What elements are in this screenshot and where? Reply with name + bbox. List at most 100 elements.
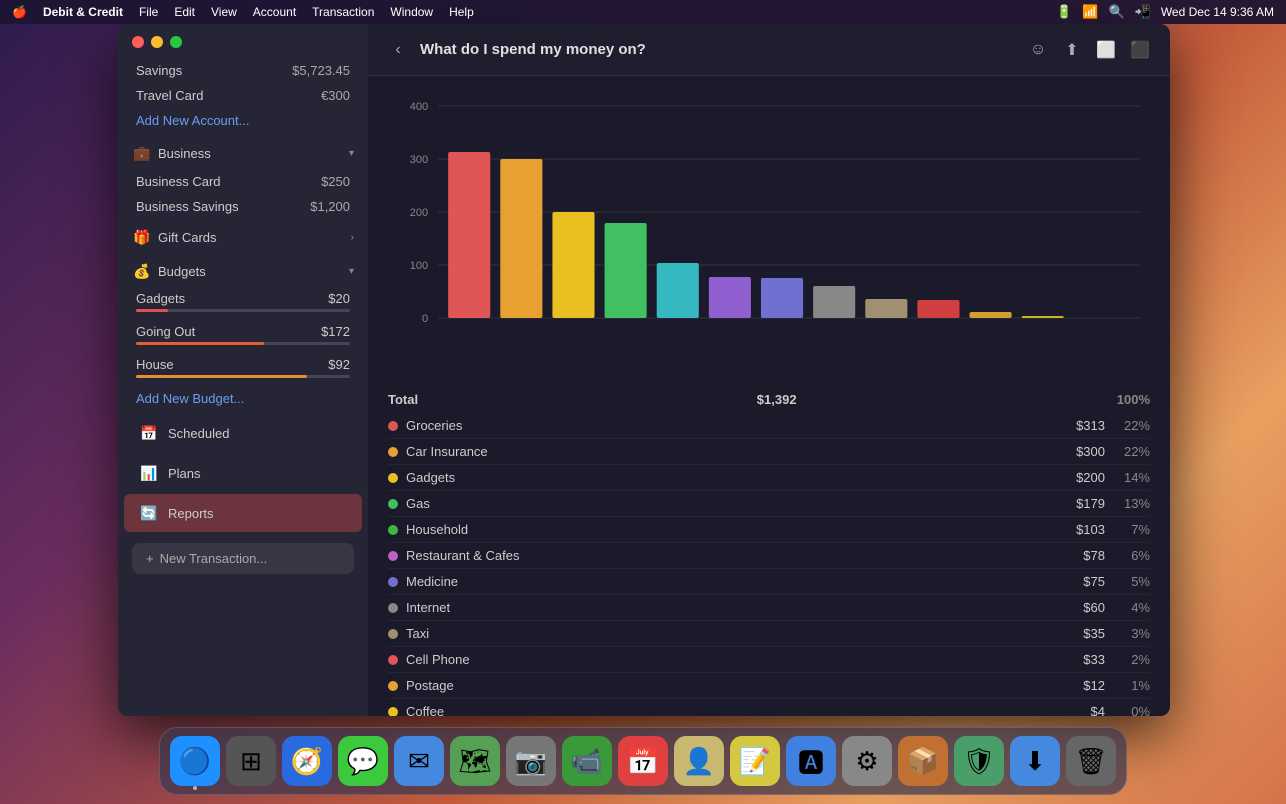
dock-icon-appstore[interactable]: 🅰 bbox=[786, 736, 836, 786]
new-transaction-button[interactable]: + New Transaction... bbox=[132, 543, 354, 574]
going-out-value: $172 bbox=[321, 324, 350, 339]
legend-dot bbox=[388, 707, 398, 717]
menu-edit[interactable]: Edit bbox=[174, 5, 195, 19]
dock-icon-facetime[interactable]: 📹 bbox=[562, 736, 612, 786]
legend-label-group: Gas bbox=[388, 496, 1035, 511]
dock-icon-mail[interactable]: ✉ bbox=[394, 736, 444, 786]
main-content: ‹ What do I spend my money on? ☺ ⬆ ⬜ ⬛ bbox=[368, 24, 1170, 716]
toolbar-right: ☺ ⬆ ⬜ ⬛ bbox=[1024, 36, 1154, 64]
legend-dot bbox=[388, 551, 398, 561]
menu-help[interactable]: Help bbox=[449, 5, 474, 19]
legend-name: Postage bbox=[406, 678, 454, 693]
legend-row: Postage $12 1% bbox=[388, 673, 1150, 699]
add-account-link[interactable]: Add New Account... bbox=[118, 108, 368, 133]
page-title: What do I spend my money on? bbox=[420, 41, 646, 58]
business-savings-account[interactable]: Business Savings $1,200 bbox=[118, 194, 368, 219]
menu-view[interactable]: View bbox=[211, 5, 237, 19]
bar-chart: 400 300 200 100 0 bbox=[388, 86, 1150, 366]
legend-amount: $60 bbox=[1035, 600, 1105, 615]
add-budget-link[interactable]: Add New Budget... bbox=[118, 386, 368, 411]
savings-account[interactable]: Savings $5,723.45 bbox=[118, 58, 368, 83]
sidebar-item-reports[interactable]: 🔄 Reports bbox=[124, 494, 362, 532]
business-card-account[interactable]: Business Card $250 bbox=[118, 169, 368, 194]
reports-icon: 🔄 bbox=[138, 502, 160, 524]
dock-icon-adguard[interactable]: 🛡 bbox=[954, 736, 1004, 786]
legend-row: Gadgets $200 14% bbox=[388, 465, 1150, 491]
legend-amount: $300 bbox=[1035, 444, 1105, 459]
legend-dot bbox=[388, 447, 398, 457]
dock-icon-notes[interactable]: 📝 bbox=[730, 736, 780, 786]
legend-dot bbox=[388, 655, 398, 665]
gadgets-value: $20 bbox=[328, 291, 350, 306]
total-amount: $1,392 bbox=[727, 392, 797, 407]
legend-amount: $35 bbox=[1035, 626, 1105, 641]
minimize-button[interactable] bbox=[151, 36, 163, 48]
scheduled-icon: 📅 bbox=[138, 422, 160, 444]
menu-window[interactable]: Window bbox=[390, 5, 433, 19]
legend-row: Gas $179 13% bbox=[388, 491, 1150, 517]
dock-icon-trash[interactable]: 🗑 bbox=[1066, 736, 1116, 786]
share-button[interactable]: ⬆ bbox=[1058, 36, 1086, 64]
gadgets-budget[interactable]: Gadgets $20 bbox=[118, 287, 368, 320]
legend-name: Restaurant & Cafes bbox=[406, 548, 519, 563]
close-button[interactable] bbox=[132, 36, 144, 48]
dock-background: 🔵⊞🧭💬✉🗺📷📹📅👤📝🅰⚙📦🛡⬇🗑 bbox=[159, 727, 1127, 795]
menu-file[interactable]: File bbox=[139, 5, 158, 19]
dock-icon-airdrop[interactable]: 📦 bbox=[898, 736, 948, 786]
plans-label: Plans bbox=[168, 466, 201, 481]
dock-icon-system-preferences[interactable]: ⚙ bbox=[842, 736, 892, 786]
main-toolbar: ‹ What do I spend my money on? ☺ ⬆ ⬜ ⬛ bbox=[368, 24, 1170, 76]
dock-icon-finder[interactable]: 🔵 bbox=[170, 736, 220, 786]
print-button[interactable]: ⬜ bbox=[1092, 36, 1120, 64]
sidebar-item-scheduled[interactable]: 📅 Scheduled bbox=[124, 414, 362, 452]
gift-cards-chevron: › bbox=[351, 232, 354, 243]
business-savings-label: Business Savings bbox=[136, 199, 239, 214]
chart-svg: 400 300 200 100 0 bbox=[388, 86, 1150, 366]
app-window: Savings $5,723.45 Travel Card €300 Add N… bbox=[118, 24, 1170, 716]
back-button[interactable]: ‹ bbox=[384, 36, 412, 64]
legend-dot bbox=[388, 681, 398, 691]
legend-label-group: Medicine bbox=[388, 574, 1035, 589]
sidebar-item-plans[interactable]: 📊 Plans bbox=[124, 454, 362, 492]
legend-pct: 5% bbox=[1105, 574, 1150, 589]
apple-menu[interactable]: 🍎 bbox=[12, 5, 27, 19]
legend-row: Cell Phone $33 2% bbox=[388, 647, 1150, 673]
house-budget[interactable]: House $92 bbox=[118, 353, 368, 386]
gift-cards-header[interactable]: 🎁 Gift Cards › bbox=[118, 221, 368, 253]
business-section: 💼 Business ▾ Business Card $250 Business… bbox=[118, 135, 368, 221]
dock-icon-photos[interactable]: 📷 bbox=[506, 736, 556, 786]
dock-icon-messages[interactable]: 💬 bbox=[338, 736, 388, 786]
maximize-button[interactable] bbox=[170, 36, 182, 48]
legend-rows: Groceries $313 22% Car Insurance $300 22… bbox=[388, 413, 1150, 716]
legend-label-group: Car Insurance bbox=[388, 444, 1035, 459]
dock-icon-launchpad[interactable]: ⊞ bbox=[226, 736, 276, 786]
total-pct: 100% bbox=[1105, 392, 1150, 407]
svg-text:300: 300 bbox=[410, 154, 428, 166]
dock-icon-maps[interactable]: 🗺 bbox=[450, 736, 500, 786]
menu-transaction[interactable]: Transaction bbox=[312, 5, 374, 19]
budgets-header[interactable]: 💰 Budgets ▾ bbox=[118, 255, 368, 287]
legend-pct: 2% bbox=[1105, 652, 1150, 667]
app-name[interactable]: Debit & Credit bbox=[43, 5, 123, 19]
legend-dot bbox=[388, 499, 398, 509]
legend-name: Internet bbox=[406, 600, 450, 615]
menu-account[interactable]: Account bbox=[253, 5, 296, 19]
going-out-budget[interactable]: Going Out $172 bbox=[118, 320, 368, 353]
legend-amount: $75 bbox=[1035, 574, 1105, 589]
travel-card-account[interactable]: Travel Card €300 bbox=[118, 83, 368, 108]
dock-icon-contacts[interactable]: 👤 bbox=[674, 736, 724, 786]
legend-total-row: Total $1,392 100% bbox=[388, 386, 1150, 413]
emoji-button[interactable]: ☺ bbox=[1024, 36, 1052, 64]
legend-label-group: Postage bbox=[388, 678, 1035, 693]
legend-label-group: Groceries bbox=[388, 418, 1035, 433]
layout-button[interactable]: ⬛ bbox=[1126, 36, 1154, 64]
dock-icon-calendar[interactable]: 📅 bbox=[618, 736, 668, 786]
dock-icon-safari[interactable]: 🧭 bbox=[282, 736, 332, 786]
business-group-header[interactable]: 💼 Business ▾ bbox=[118, 137, 368, 169]
business-card-value: $250 bbox=[321, 174, 350, 189]
budgets-icon: 💰 bbox=[132, 261, 152, 281]
plus-icon: + bbox=[146, 551, 154, 566]
dock-icon-downloads[interactable]: ⬇ bbox=[1010, 736, 1060, 786]
legend-amount: $103 bbox=[1035, 522, 1105, 537]
legend-dot bbox=[388, 421, 398, 431]
